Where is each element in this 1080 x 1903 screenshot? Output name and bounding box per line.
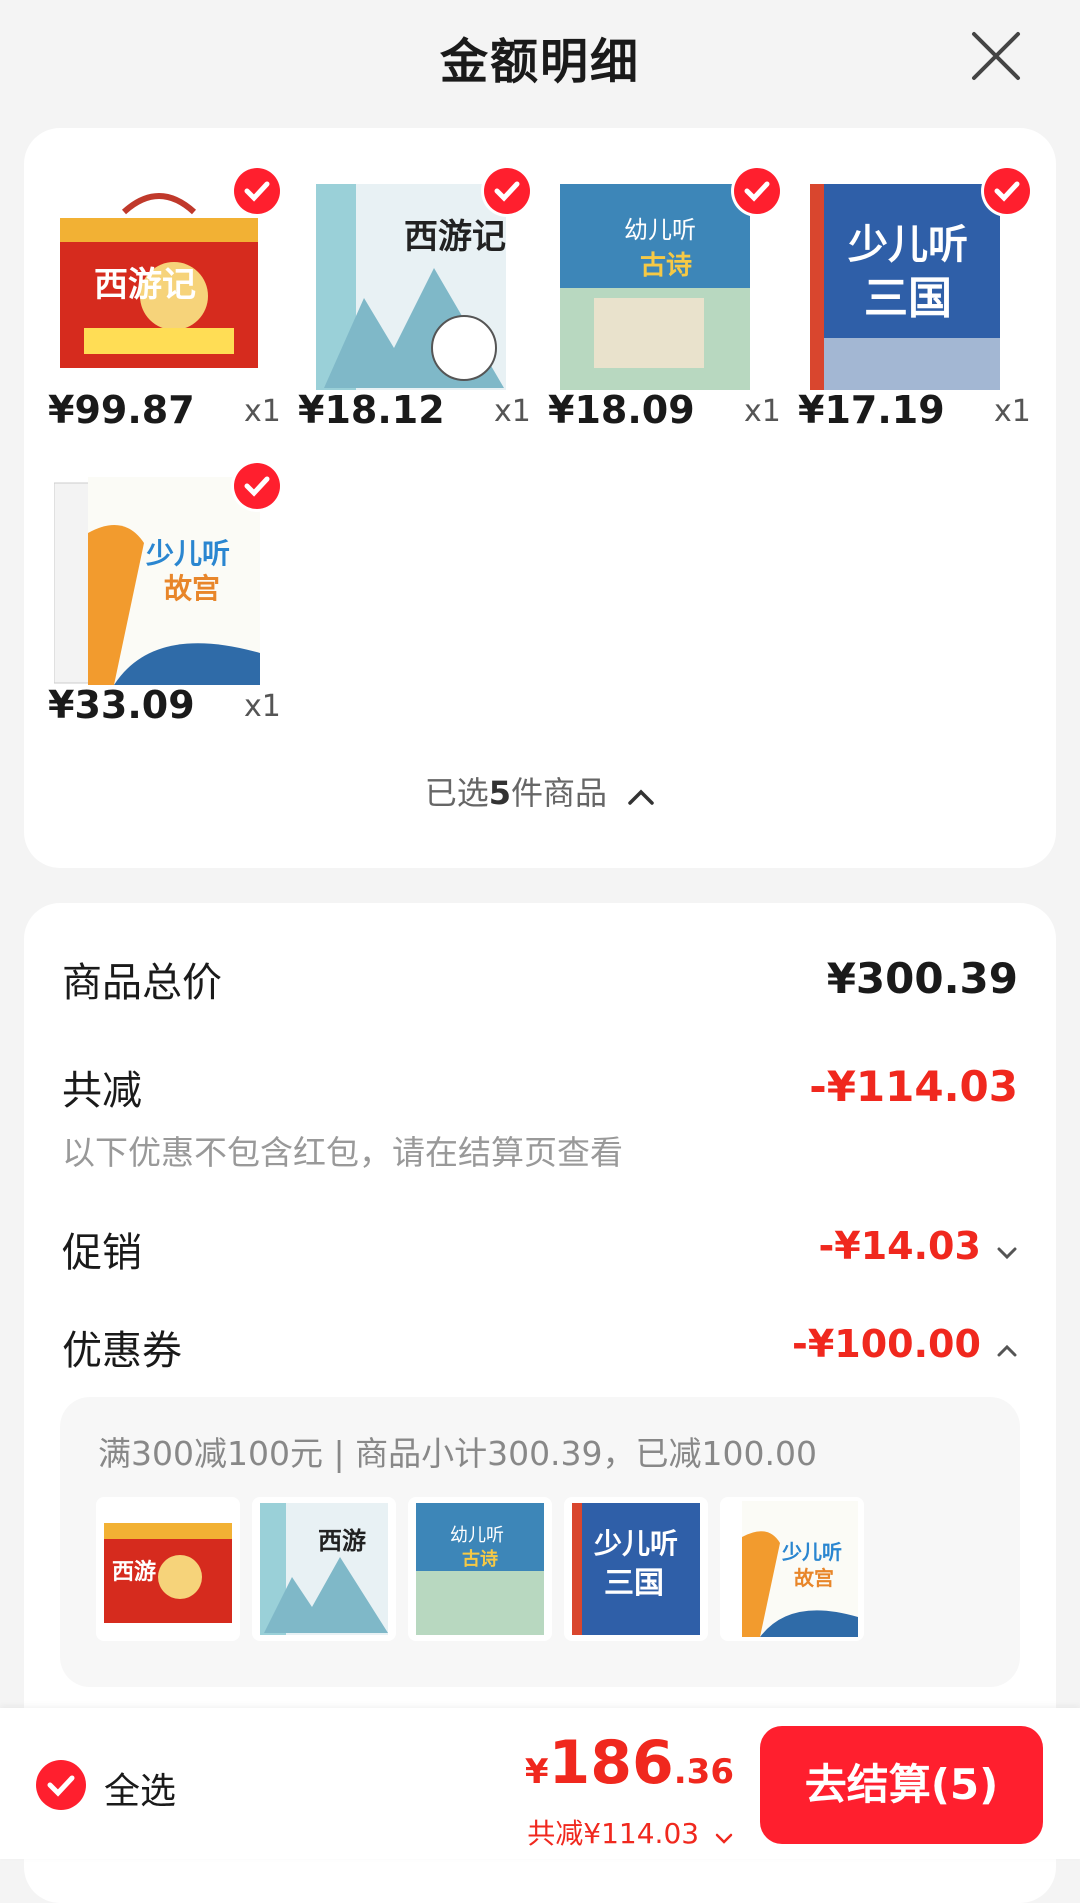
select-all-checkbox[interactable]	[36, 1760, 86, 1810]
svg-text:西游: 西游	[112, 1559, 156, 1585]
svg-text:西游记: 西游记	[404, 217, 506, 257]
product-quantity: x1	[994, 394, 1031, 429]
svg-text:三国: 三国	[604, 1566, 664, 1601]
total-value: ¥300.39	[826, 954, 1018, 1003]
coupon-product-thumb: 少儿听 三国	[564, 1497, 708, 1641]
chevron-up-icon	[996, 1343, 1018, 1362]
product-quantity: x1	[244, 394, 281, 429]
product-quantity: x1	[494, 394, 531, 429]
product-image: 幼儿听 古诗	[554, 178, 764, 394]
reduce-label: 共减	[62, 1068, 142, 1114]
checked-icon[interactable]	[484, 168, 530, 214]
coupon-detail-text: 满300减100元 | 商品小计300.39，已减100.00	[98, 1434, 818, 1473]
total-label: 商品总价	[62, 960, 222, 1006]
product-price: ¥17.19	[798, 388, 945, 432]
svg-text:古诗: 古诗	[462, 1548, 498, 1570]
coupon-label: 优惠券	[62, 1328, 182, 1374]
selected-suffix: 件商品	[511, 774, 608, 812]
reduce-value: -¥114.03	[809, 1062, 1018, 1111]
total-integer: 186	[548, 1728, 674, 1798]
product-image: 西游记	[54, 178, 264, 394]
svg-text:西游: 西游	[318, 1527, 366, 1555]
discount-detail-toggle[interactable]: 共减¥114.03	[527, 1812, 734, 1852]
select-all-label[interactable]: 全选	[104, 1762, 176, 1814]
svg-text:少儿听: 少儿听	[594, 1527, 678, 1560]
currency-symbol: ¥	[524, 1752, 549, 1792]
coupon-product-thumb: 西游	[96, 1497, 240, 1641]
close-icon[interactable]	[968, 28, 1024, 84]
page-title: 金额明细	[439, 34, 640, 90]
product-price: ¥33.09	[48, 683, 195, 727]
product-quantity: x1	[744, 394, 781, 429]
promo-label: 促销	[62, 1230, 142, 1276]
product-image: 西游记	[304, 178, 514, 394]
svg-text:幼儿听: 幼儿听	[450, 1525, 504, 1546]
product-quantity: x1	[244, 689, 281, 724]
promo-value: -¥14.03	[818, 1224, 981, 1268]
product-image: 少儿听 故宫	[54, 473, 264, 689]
discount-summary: 共减¥114.03	[527, 1817, 700, 1850]
coupon-product-thumb: 西游	[252, 1497, 396, 1641]
selected-count: 5	[488, 774, 512, 812]
checked-icon[interactable]	[234, 168, 280, 214]
coupon-value: -¥100.00	[792, 1322, 981, 1366]
selected-prefix: 已选	[424, 774, 489, 812]
checked-icon[interactable]	[984, 168, 1030, 214]
discount-note: 以下优惠不包含红包，请在结算页查看	[62, 1133, 623, 1172]
product-price: ¥18.12	[298, 388, 445, 432]
product-price: ¥99.87	[48, 388, 195, 432]
svg-text:少儿听: 少儿听	[781, 1540, 842, 1564]
svg-text:西游记: 西游记	[94, 265, 196, 305]
chevron-down-icon	[714, 1819, 734, 1852]
selected-count-toggle[interactable]: 已选5件商品	[24, 768, 1056, 814]
checked-icon[interactable]	[734, 168, 780, 214]
coupon-product-thumb: 少儿听 故宫	[720, 1497, 864, 1641]
svg-text:少儿听: 少儿听	[146, 537, 230, 570]
checked-icon[interactable]	[234, 463, 280, 509]
coupon-detail-box: 满300减100元 | 商品小计300.39，已减100.00 西游 西游 幼儿…	[60, 1397, 1020, 1687]
svg-text:幼儿听: 幼儿听	[624, 216, 696, 244]
product-price: ¥18.09	[548, 388, 695, 432]
header: 金额明细	[0, 0, 1080, 120]
svg-text:古诗: 古诗	[640, 251, 692, 281]
selected-products-card: 西游记 ¥99.87 x1 西游记 ¥18.12 x1 幼儿听 古诗 ¥18.0…	[24, 128, 1056, 868]
chevron-up-icon	[627, 776, 655, 814]
checkout-button[interactable]: 去结算(5)	[760, 1726, 1043, 1844]
final-total: ¥186.36	[525, 1728, 734, 1798]
svg-text:三国: 三国	[864, 273, 952, 324]
coupon-row[interactable]: -¥100.00	[792, 1322, 1018, 1366]
coupon-product-thumb: 幼儿听 古诗	[408, 1497, 552, 1641]
product-image: 少儿听 三国	[804, 178, 1014, 394]
svg-text:故宫: 故宫	[164, 572, 220, 605]
checkout-bar: 全选 ¥186.36 共减¥114.03 去结算(5)	[0, 1708, 1080, 1859]
promo-row[interactable]: -¥14.03	[818, 1224, 1018, 1268]
chevron-down-icon	[996, 1245, 1018, 1264]
svg-text:故宫: 故宫	[794, 1566, 834, 1590]
svg-text:少儿听: 少儿听	[848, 222, 968, 268]
total-decimal: .36	[673, 1752, 734, 1792]
